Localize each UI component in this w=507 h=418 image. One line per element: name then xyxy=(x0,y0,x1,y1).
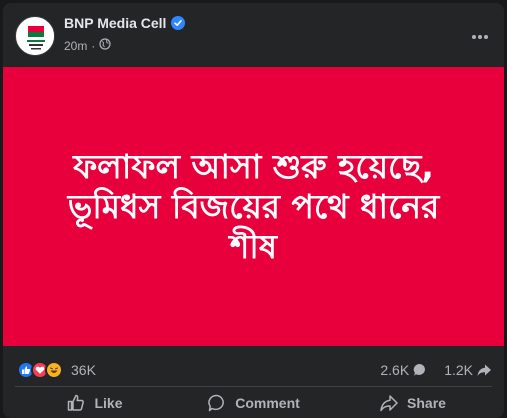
more-dots-icon xyxy=(472,35,488,39)
post-card: BNP Media Cell 20m · ফলাফল আসা শুরু হয়ে… xyxy=(3,3,504,418)
comment-label: Comment xyxy=(235,394,300,411)
more-options-button[interactable] xyxy=(464,21,496,53)
post-stats: 36K 2.6K 1.2K xyxy=(3,353,504,389)
shares-count: 1.2K xyxy=(444,362,473,378)
post-text-line: ভূমিধস বিজয়ের পথে ধানের xyxy=(67,186,440,226)
thumbs-up-icon xyxy=(68,394,85,411)
post-text-line: ফলাফল আসা শুরু হয়েছে, xyxy=(73,146,434,186)
share-arrow-icon xyxy=(477,364,491,376)
comments-stat[interactable]: 2.6K xyxy=(380,362,428,378)
post-header: BNP Media Cell 20m · xyxy=(3,3,504,67)
globe-icon xyxy=(99,38,111,53)
page-avatar[interactable] xyxy=(15,16,55,56)
post-text: ফলাফল আসা শুরু হয়েছে, ভূমিধস বিজয়ের পথ… xyxy=(39,147,469,267)
reactions-summary[interactable]: 36K xyxy=(17,361,96,379)
page-name[interactable]: BNP Media Cell xyxy=(64,15,166,31)
separator-dot: · xyxy=(91,38,96,53)
shares-stat[interactable]: 1.2K xyxy=(444,362,492,378)
verified-badge-icon xyxy=(171,16,186,30)
comment-bubble-icon xyxy=(413,363,426,376)
share-icon xyxy=(380,394,398,411)
haha-icon xyxy=(45,361,63,379)
comment-icon xyxy=(208,394,225,411)
like-label: Like xyxy=(94,394,123,411)
post-timestamp[interactable]: 20m xyxy=(64,39,87,53)
reactions-count[interactable]: 36K xyxy=(71,362,96,378)
post-content-card[interactable]: ফলাফল আসা শুরু হয়েছে, ভূমিধস বিজয়ের পথ… xyxy=(3,67,504,346)
post-actions: Like Comment Share xyxy=(15,387,492,418)
share-button[interactable]: Share xyxy=(333,387,492,418)
comments-count: 2.6K xyxy=(380,362,410,378)
like-button[interactable]: Like xyxy=(15,387,174,418)
share-label: Share xyxy=(407,394,446,411)
engagement-stats: 2.6K 1.2K xyxy=(380,362,492,378)
page-name-row: BNP Media Cell xyxy=(64,15,186,31)
post-text-line: শীষ xyxy=(229,226,278,266)
comment-button[interactable]: Comment xyxy=(174,387,333,418)
post-meta: 20m · xyxy=(64,38,111,53)
